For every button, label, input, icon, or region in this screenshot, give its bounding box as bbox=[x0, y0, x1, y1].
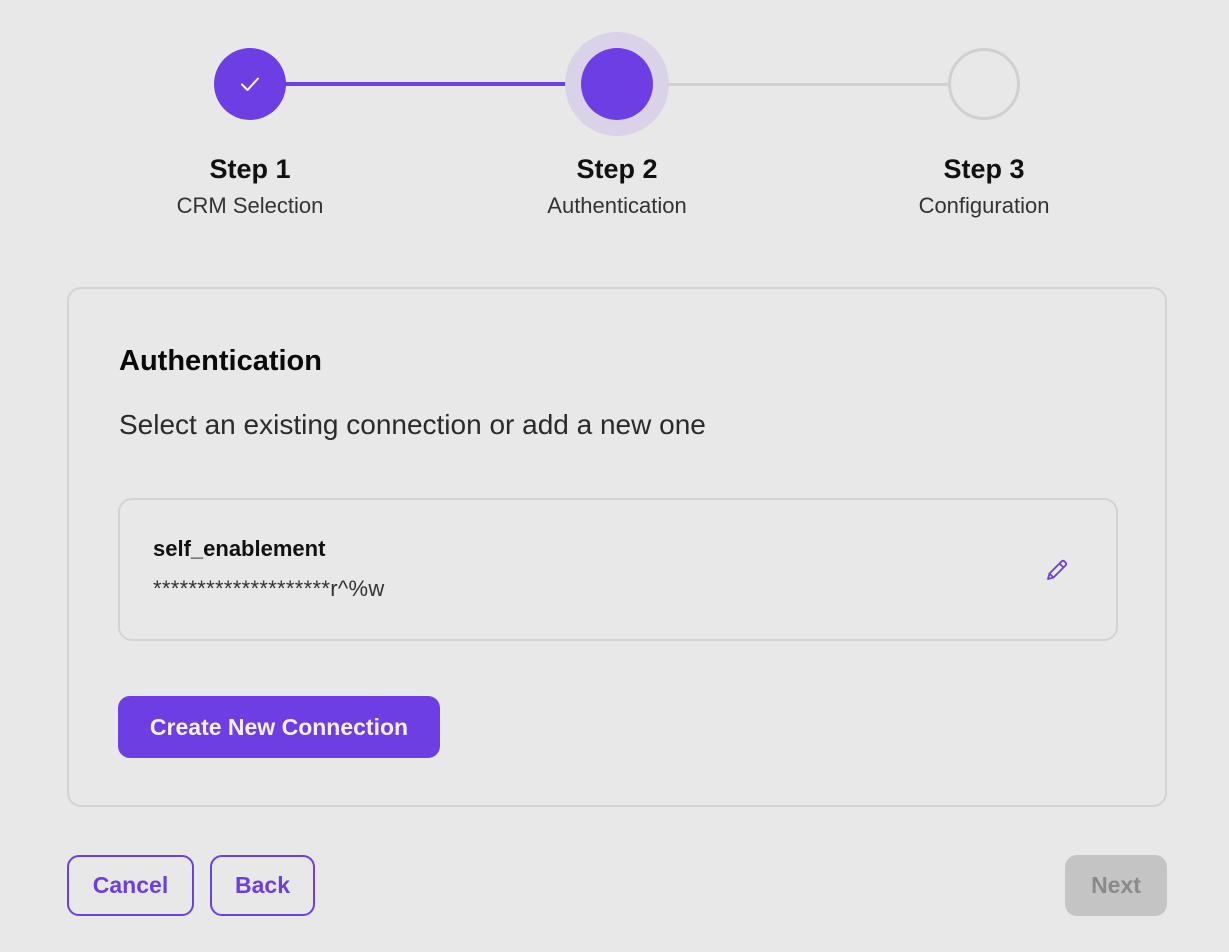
step-2-title: Step 2 bbox=[576, 154, 658, 184]
step-3-indicator bbox=[948, 48, 1020, 120]
check-icon bbox=[238, 72, 262, 96]
connection-secret: ********************r^%w bbox=[153, 576, 385, 601]
step-1-subtitle: CRM Selection bbox=[176, 193, 324, 218]
connection-name: self_enablement bbox=[153, 536, 326, 561]
stepper-track-pending bbox=[617, 82, 984, 86]
step-2-subtitle: Authentication bbox=[547, 193, 687, 218]
cancel-button[interactable]: Cancel bbox=[67, 855, 194, 916]
next-button[interactable]: Next bbox=[1065, 855, 1167, 916]
stepper-track-completed bbox=[250, 82, 617, 86]
step-2-label: Step 2 Authentication bbox=[467, 152, 767, 226]
step-2-indicator bbox=[581, 48, 653, 120]
create-new-connection-button[interactable]: Create New Connection bbox=[118, 696, 440, 758]
card-subtitle: Select an existing connection or add a n… bbox=[119, 409, 706, 440]
step-1-title: Step 1 bbox=[209, 154, 291, 184]
connection-item[interactable]: self_enablement ********************r^%w bbox=[118, 498, 1118, 641]
step-1-indicator bbox=[214, 48, 286, 120]
step-3-label: Step 3 Configuration bbox=[834, 152, 1134, 226]
step-1-label: Step 1 CRM Selection bbox=[100, 152, 400, 226]
card-title: Authentication bbox=[119, 345, 322, 377]
step-3-title: Step 3 bbox=[943, 154, 1025, 184]
authentication-card: Authentication Select an existing connec… bbox=[67, 287, 1167, 807]
progress-stepper: Step 1 CRM Selection Step 2 Authenticati… bbox=[0, 0, 1229, 240]
step-3-subtitle: Configuration bbox=[918, 193, 1050, 218]
back-button[interactable]: Back bbox=[210, 855, 315, 916]
pencil-icon[interactable] bbox=[1043, 556, 1071, 584]
